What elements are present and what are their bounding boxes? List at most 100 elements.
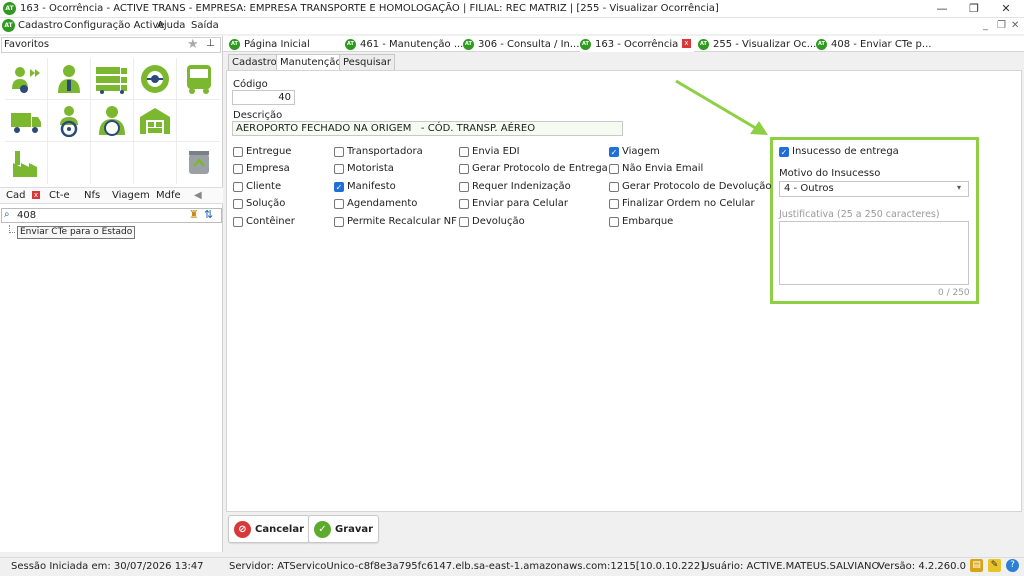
checkbox-empresa[interactable] xyxy=(233,164,243,174)
checkbox-solu-o[interactable] xyxy=(233,199,243,209)
checkbox-label: Empresa xyxy=(246,163,290,174)
doc-tab-255[interactable]: AT 255 - Visualizar Oc... xyxy=(698,36,816,52)
justificativa-placeholder: Justificativa (25 a 250 caracteres) xyxy=(779,209,940,220)
close-button[interactable]: ✕ xyxy=(990,1,1022,17)
empty-slot xyxy=(134,142,177,184)
driver-at-wheel-icon[interactable] xyxy=(91,100,134,142)
checkbox-label: Transportadora xyxy=(347,146,423,157)
checkbox-label: Solução xyxy=(246,198,286,209)
app-logo-icon: AT xyxy=(345,38,356,50)
tab-cadastro[interactable]: Cadastro xyxy=(228,54,281,70)
window-title: 163 - Ocorrência - ACTIVE TRANS - EMPRES… xyxy=(20,3,719,14)
scroll-left-icon[interactable]: ◀ xyxy=(194,190,202,201)
tree-item-enviar-cte[interactable]: Enviar CTe para o Estado xyxy=(17,226,136,239)
checkbox-entregue[interactable] xyxy=(233,147,243,157)
annotation-arrow xyxy=(675,79,768,135)
menu-ajuda[interactable]: Ajuda xyxy=(157,20,185,31)
checkbox-requer-indeniza-o[interactable] xyxy=(459,182,469,192)
checkbox-label: Manifesto xyxy=(347,181,396,192)
checkbox-finalizar-ordem-no-celular[interactable] xyxy=(609,199,619,209)
checkbox-label: Cliente xyxy=(246,181,282,192)
checkbox-label: Gerar Protocolo de Devolução xyxy=(622,181,772,192)
checkbox-devolu-o[interactable] xyxy=(459,217,469,227)
motivo-select[interactable]: 4 - Outros xyxy=(779,181,969,197)
checkbox-embarque[interactable] xyxy=(609,217,619,227)
left-tab-cte[interactable]: Ct-e xyxy=(49,190,70,201)
clear-broom-icon[interactable]: ♜ xyxy=(189,208,199,221)
checkbox-label: Contêiner xyxy=(246,216,295,227)
doc-tab-163[interactable]: AT 163 - Ocorrência xyxy=(580,36,694,52)
checkbox-viagem[interactable]: ✓ xyxy=(609,147,619,157)
tab-manutencao[interactable]: Manutenção xyxy=(276,54,346,70)
help-icon[interactable]: ? xyxy=(1006,559,1019,572)
mdi-minimize-button[interactable]: _ xyxy=(983,20,988,31)
close-icon[interactable]: x xyxy=(32,191,40,199)
checkbox-label: Permite Recalcular NF xyxy=(347,216,457,227)
doc-tab-461[interactable]: AT 461 - Manutenção ... xyxy=(345,36,463,52)
insucesso-label: Insucesso de entrega xyxy=(792,146,899,157)
descricao-field[interactable]: AEROPORTO FECHADO NA ORIGEM - CÓD. TRANS… xyxy=(232,121,623,136)
checkbox-manifesto[interactable]: ✓ xyxy=(334,182,344,192)
person-steering-icon[interactable] xyxy=(48,100,91,142)
trucks-fleet-icon[interactable] xyxy=(91,58,134,100)
version-status: Versão: 4.2.260.0 xyxy=(878,561,967,572)
checkbox-cliente[interactable] xyxy=(233,182,243,192)
notes-icon[interactable]: ✎ xyxy=(988,559,1001,572)
doc-tab-408[interactable]: AT 408 - Enviar CTe p... xyxy=(816,36,931,52)
doc-tab-306[interactable]: AT 306 - Consulta / In... xyxy=(463,36,579,52)
mdi-restore-button[interactable]: ❐ xyxy=(997,20,1006,31)
doc-tab-pagina-inicial[interactable]: AT Página Inicial xyxy=(229,36,310,52)
checkbox-permite-recalcular-nf[interactable] xyxy=(334,217,344,227)
codigo-field[interactable]: 40 xyxy=(232,90,295,105)
menu-cadastro[interactable]: Cadastro xyxy=(18,20,63,31)
mdi-close-button[interactable]: ✕ xyxy=(1011,20,1019,31)
factory-icon[interactable] xyxy=(5,142,48,184)
close-tab-icon[interactable]: x xyxy=(682,39,691,48)
steering-wheel-badge-icon[interactable] xyxy=(134,58,177,100)
checkbox-n-o-envia-email[interactable] xyxy=(609,164,619,174)
tab-pesquisar[interactable]: Pesquisar xyxy=(339,54,395,70)
justificativa-textarea[interactable] xyxy=(779,221,969,285)
restore-button[interactable]: ❐ xyxy=(958,1,990,17)
left-tab-cad[interactable]: Cad xyxy=(6,190,25,201)
driver-person-icon[interactable] xyxy=(48,58,91,100)
cancel-label: Cancelar xyxy=(255,523,305,535)
menu-configuracao[interactable]: Configuração Active xyxy=(64,20,165,31)
user-status: Usuário: ACTIVE.MATEUS.SALVIANO xyxy=(702,561,880,572)
cancel-button[interactable]: ⊘ Cancelar xyxy=(228,515,311,543)
left-tab-viagem[interactable]: Viagem xyxy=(112,190,150,201)
checkbox-label: Entregue xyxy=(246,146,292,157)
sort-icon[interactable]: ⇅ xyxy=(204,208,213,221)
checkbox-gerar-protocolo-de-devolu-o[interactable] xyxy=(609,182,619,192)
doc-tab-label: 255 - Visualizar Oc... xyxy=(713,38,817,50)
bus-icon[interactable] xyxy=(177,58,220,100)
left-tab-nfs[interactable]: Nfs xyxy=(84,190,100,201)
recycle-bin-icon[interactable] xyxy=(177,142,220,184)
menu-search-value[interactable]: 408 xyxy=(17,210,36,221)
left-tab-mdfe[interactable]: Mdfe xyxy=(156,190,181,201)
checkbox-motorista[interactable] xyxy=(334,164,344,174)
checkbox-agendamento[interactable] xyxy=(334,199,344,209)
box-truck-icon[interactable] xyxy=(5,100,48,142)
doc-tab-label: 408 - Enviar CTe p... xyxy=(831,38,932,50)
chevron-down-icon[interactable]: ▾ xyxy=(957,183,961,192)
descricao-label: Descrição xyxy=(233,110,283,121)
checkbox-label: Requer Indenização xyxy=(472,181,571,192)
checkbox-envia-edi[interactable] xyxy=(459,147,469,157)
app-logo-icon: AT xyxy=(463,38,474,50)
checkbox-transportadora[interactable] xyxy=(334,147,344,157)
empty-slot xyxy=(91,142,134,184)
checkbox-gerar-protocolo-de-entrega[interactable] xyxy=(459,164,469,174)
pin-icon[interactable]: ⊥ xyxy=(206,38,215,49)
warehouse-icon[interactable] xyxy=(134,100,177,142)
checkbox-cont-iner[interactable] xyxy=(233,217,243,227)
menu-saida[interactable]: Saída xyxy=(191,20,219,31)
checkbox-label: Não Envia Email xyxy=(622,163,704,174)
insucesso-checkbox[interactable]: ✓ xyxy=(779,147,789,157)
save-button[interactable]: ✓ Gravar xyxy=(308,515,380,543)
truck-arrow-icon[interactable] xyxy=(5,58,48,100)
minimize-button[interactable]: — xyxy=(926,1,958,17)
star-icon[interactable]: ★ xyxy=(187,37,199,52)
window-list-icon[interactable]: ▤ xyxy=(970,559,983,572)
checkbox-enviar-para-celular[interactable] xyxy=(459,199,469,209)
